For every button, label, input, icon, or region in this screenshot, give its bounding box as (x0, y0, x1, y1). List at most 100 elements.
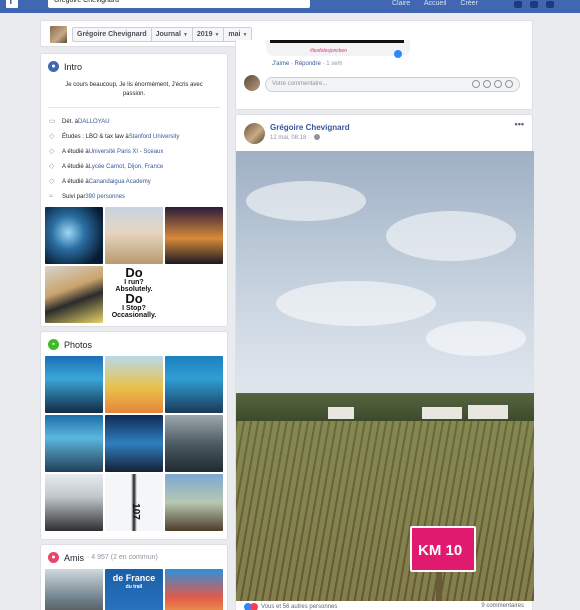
profile-thumbnail[interactable] (50, 26, 67, 43)
gif-icon[interactable] (494, 80, 502, 88)
post-timestamp[interactable]: 12 mai, 08:18 · (270, 135, 310, 141)
featured-photo[interactable] (165, 207, 223, 264)
post-photo[interactable]: KM 10 (236, 151, 534, 601)
nav-icons (514, 1, 560, 10)
rss-icon: ≈ (49, 192, 53, 200)
briefcase-icon: ▭ (49, 117, 56, 125)
graduation-cap-icon: ◇ (49, 162, 55, 170)
crumb-year[interactable]: 2019 ▼ (193, 28, 225, 41)
nav-link-home[interactable]: Accueil (424, 0, 447, 7)
reactions-summary: Vous et 56 autres personnes (261, 604, 338, 610)
friends-requests-icon[interactable] (514, 1, 522, 8)
info-link-lycee-carnot[interactable]: Lycée Carnot, Dijon, France (89, 164, 163, 170)
info-prefix: Études : LBO & tax law à (62, 133, 129, 140)
comment-hashtag[interactable]: #lesfolesjoncken (310, 48, 347, 54)
crumb-journal[interactable]: Journal ▼ (152, 28, 193, 41)
friends-grid: de France du trail (41, 569, 227, 610)
quote-line: Occasionally. (111, 312, 157, 319)
globe-icon (313, 134, 320, 140)
photo-cloud (386, 211, 516, 261)
friend-tile-text: du trail (125, 584, 143, 590)
photo-thumbnail[interactable] (45, 415, 103, 472)
photo-house (422, 407, 462, 419)
photo-sign-pole (436, 570, 442, 601)
photos-title[interactable]: Photos (64, 340, 92, 350)
info-link-followers[interactable]: 390 personnes (85, 194, 125, 200)
photo-house (468, 405, 508, 419)
featured-photo[interactable] (45, 266, 103, 323)
intro-card: ● Intro Je cours beaucoup, Je lis énormé… (40, 53, 228, 327)
photo-thumbnail[interactable] (105, 415, 163, 472)
friends-title[interactable]: Amis (64, 553, 84, 563)
quote-line: I Stop? (122, 305, 146, 312)
photo-cloud (246, 181, 366, 221)
sticker-icon[interactable] (505, 80, 513, 88)
messenger-icon[interactable] (529, 1, 538, 8)
info-row-studied: ◇ A étudié à Lycée Carnot, Dijon, France (49, 159, 220, 174)
info-link-paris-xi[interactable]: Université Paris XI - Sceaux (89, 149, 164, 155)
bib-number: 107 (129, 503, 141, 520)
photo-thumbnail[interactable] (45, 474, 103, 531)
friend-thumbnail[interactable] (165, 569, 223, 610)
avatar[interactable] (244, 75, 260, 91)
featured-photo[interactable] (45, 207, 103, 264)
facebook-logo-icon[interactable] (6, 0, 18, 8)
info-link-work[interactable]: DALLOYAU (78, 119, 110, 125)
camera-icon[interactable] (483, 80, 491, 88)
search-input[interactable]: Grégoire Chevignard (48, 0, 310, 8)
nav-link-profile[interactable]: Claire (392, 0, 410, 7)
friends-card: ● Amis · 4 957 (2 en commun) de France d… (40, 544, 228, 610)
photo-sky (236, 151, 534, 411)
info-link-canandaigua[interactable]: Canandaigua Academy (89, 179, 151, 185)
featured-photo-quote[interactable]: Do I run? Absolutely. Do I Stop? Occasio… (105, 266, 163, 323)
featured-photo[interactable] (105, 207, 163, 264)
like-reaction-icon (394, 50, 402, 58)
like-comment-link[interactable]: J'aime (272, 61, 289, 67)
photo-thumbnail[interactable] (165, 415, 223, 472)
photos-icon: ▪ (48, 339, 59, 350)
friend-tile-text: de France (112, 573, 156, 583)
more-options-icon[interactable]: ••• (515, 119, 524, 129)
comment-input[interactable]: Votre commentaire... (265, 77, 520, 92)
intro-bio: Je cours beaucoup, Je lis énormément, J'… (48, 72, 220, 108)
photo-thumbnail[interactable] (165, 474, 223, 531)
info-prefix: A étudié à (62, 148, 89, 155)
post-author[interactable]: Grégoire Chevignard (270, 123, 350, 132)
notifications-icon[interactable] (545, 1, 554, 8)
intro-info-list: ▭ Dét. à DALLOYAU ◇ Études : LBO & tax l… (41, 108, 227, 207)
crumb-label: Journal (155, 31, 181, 38)
photo-thumbnail[interactable] (105, 356, 163, 413)
comment-bubble: #lesfolesjoncken (266, 40, 410, 56)
info-row-work: ▭ Dét. à DALLOYAU (49, 114, 220, 129)
info-row-followers: ≈ Suivi par 390 personnes (49, 189, 220, 204)
comments-count[interactable]: 9 commentaires (481, 603, 524, 609)
photo-thumbnail[interactable] (45, 356, 103, 413)
globe-icon: ● (48, 61, 59, 72)
friend-thumbnail[interactable]: de France du trail (105, 569, 163, 610)
search-icon[interactable]: ⌕ (288, 0, 308, 8)
photo-thumbnail[interactable]: 107 (105, 474, 163, 531)
chevron-down-icon: ▼ (182, 32, 188, 38)
breadcrumb: Grégoire Chevignard Journal ▼ 2019 ▼ mai ▼ (72, 27, 253, 42)
crumb-label: 2019 (196, 31, 213, 38)
nav-link-create[interactable]: Créer (460, 0, 478, 7)
photo-thumbnail[interactable] (165, 356, 223, 413)
chevron-down-icon: ▼ (214, 32, 220, 38)
reply-comment-link[interactable]: Répondre (295, 61, 321, 67)
quote-line: I run? (124, 279, 144, 286)
graduation-cap-icon: ◇ (49, 177, 55, 185)
crumb-profile-name[interactable]: Grégoire Chevignard (73, 28, 152, 41)
intro-header: ● Intro (41, 54, 227, 72)
top-navigation-bar: Grégoire Chevignard ⌕ Claire Accueil Cré… (0, 0, 580, 13)
emoji-icon[interactable] (472, 80, 480, 88)
info-prefix: Dét. à (62, 118, 79, 125)
info-link-stanford[interactable]: Stanford University (129, 134, 180, 140)
love-reaction-icon (250, 603, 258, 610)
post-card: Grégoire Chevignard 12 mai, 08:18 · ••• … (235, 114, 534, 610)
photo-cloud (426, 321, 526, 356)
friend-thumbnail[interactable] (45, 569, 103, 610)
comment-time[interactable]: 1 sem (326, 61, 342, 67)
post-reactions[interactable]: Vous et 56 autres personnes (244, 603, 337, 610)
avatar[interactable] (244, 123, 265, 144)
km-marker-text: KM 10 (418, 542, 463, 559)
